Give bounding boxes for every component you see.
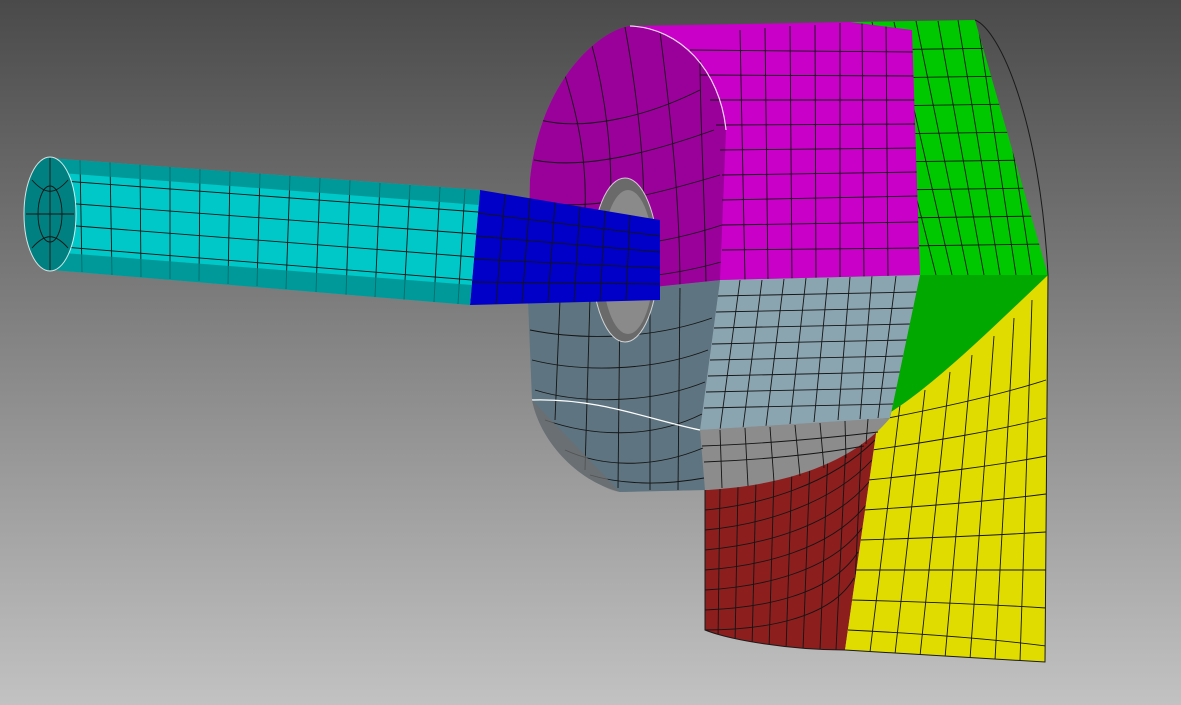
shaft-end-cap bbox=[23, 156, 77, 272]
mesh-model bbox=[23, 19, 1049, 663]
shaft-part bbox=[48, 158, 480, 305]
graphics-viewport[interactable] bbox=[0, 0, 1181, 705]
disc-lower-part bbox=[700, 275, 920, 430]
